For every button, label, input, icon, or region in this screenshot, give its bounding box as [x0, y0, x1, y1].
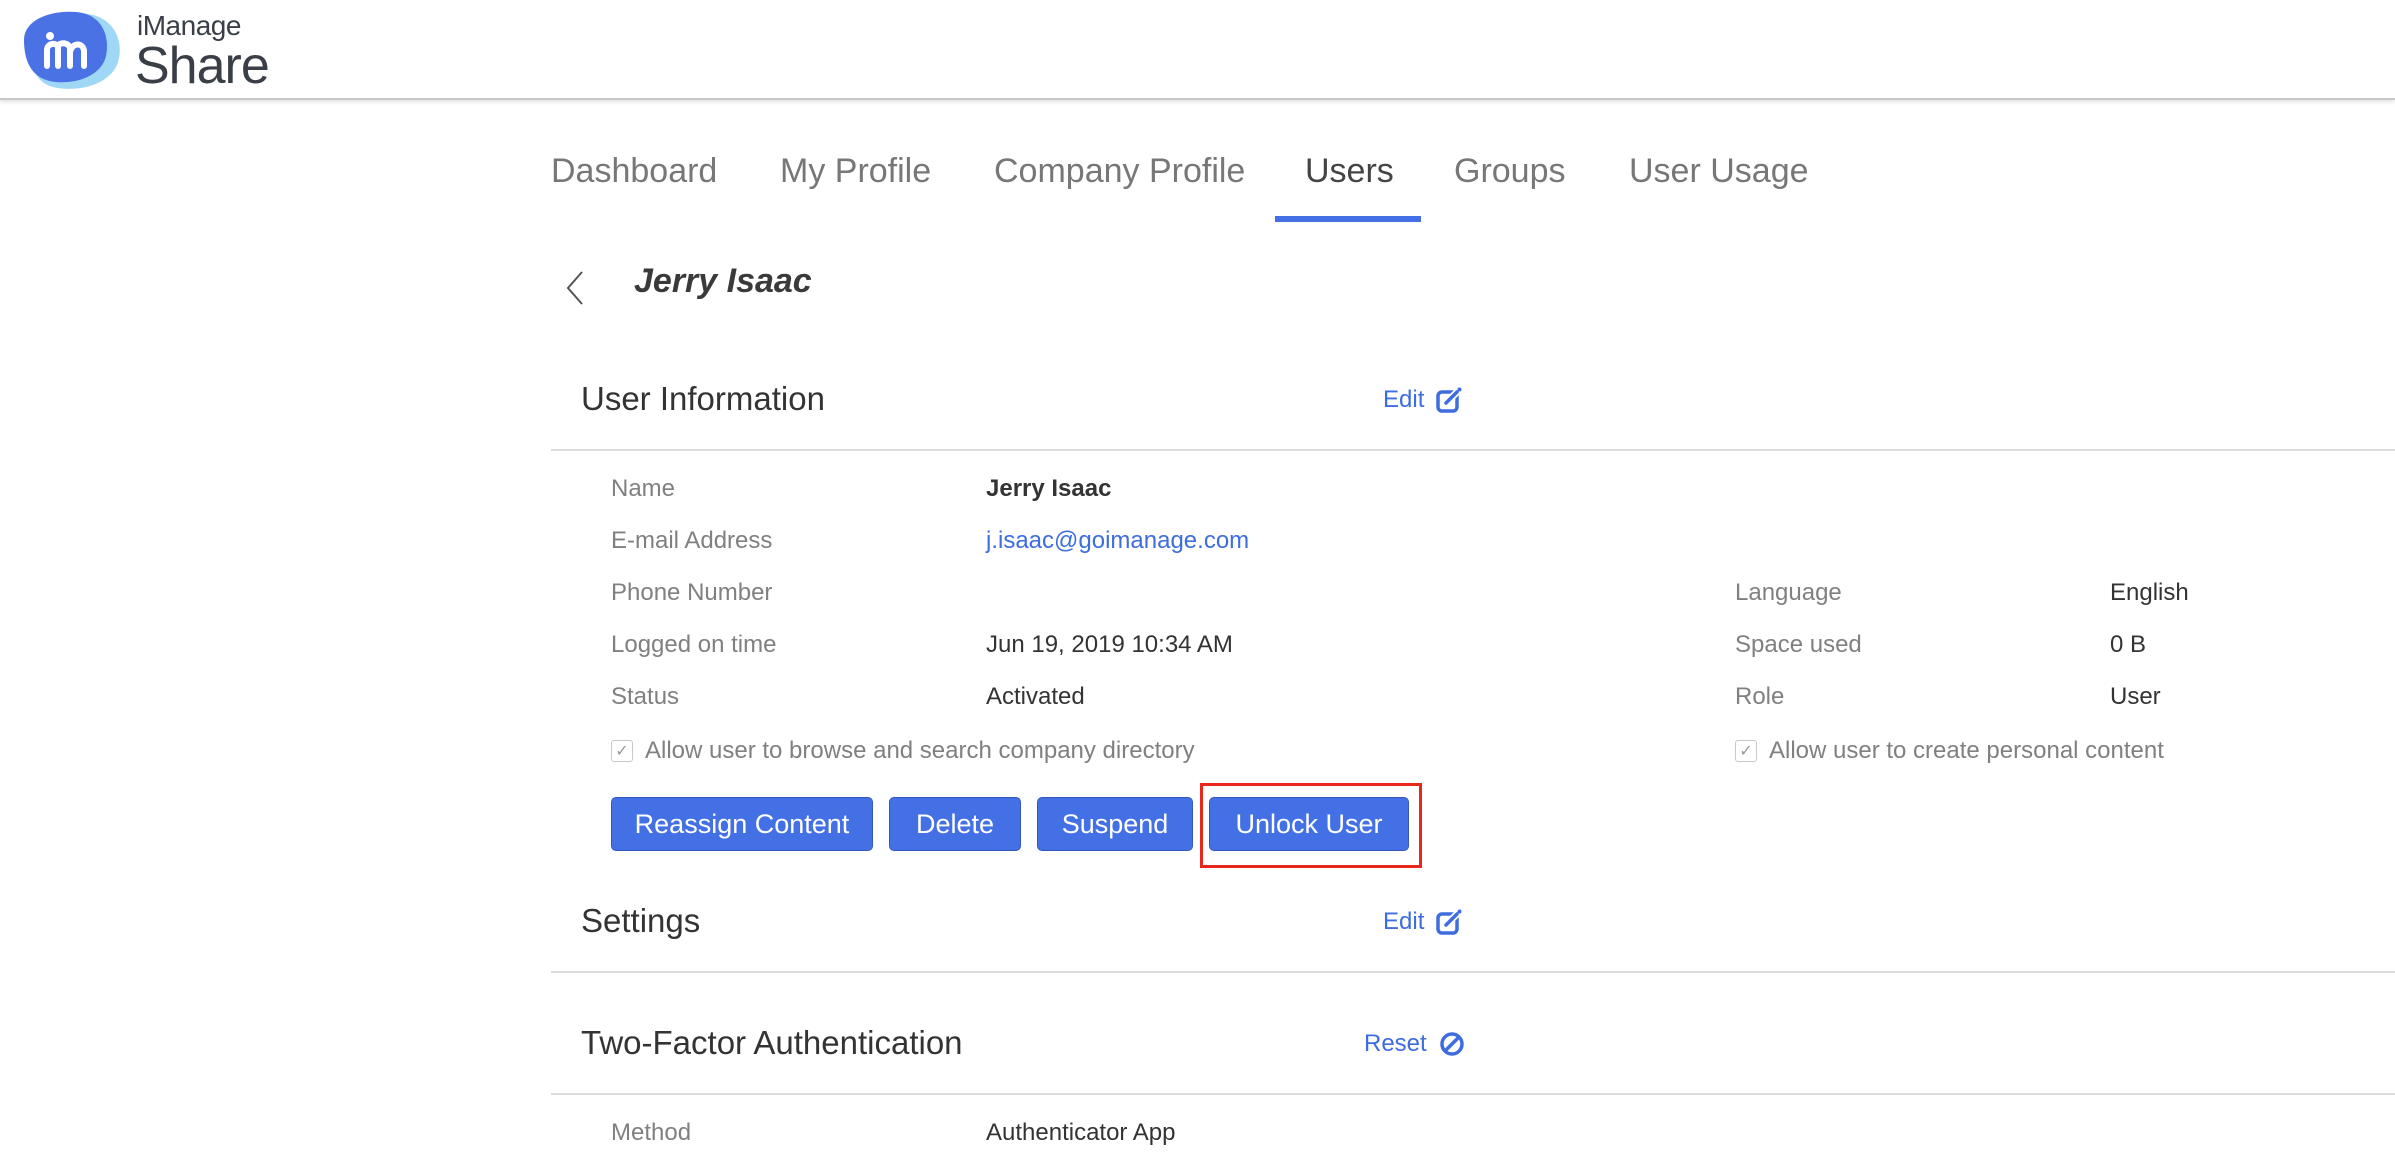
tab-groups[interactable]: Groups [1454, 152, 1566, 191]
imanage-logo-icon[interactable] [20, 8, 125, 92]
tab-company-profile[interactable]: Company Profile [994, 152, 1245, 191]
tab-user-usage[interactable]: User Usage [1629, 152, 1809, 191]
browse-directory-checkbox-row: ✓ Allow user to browse and search compan… [611, 737, 1195, 765]
language-label: Language [1735, 579, 1842, 606]
edit-label: Edit [1383, 386, 1425, 413]
tab-users[interactable]: Users [1305, 152, 1394, 191]
two-factor-reset-button[interactable]: Reset [1364, 1030, 1465, 1058]
browse-directory-label: Allow user to browse and search company … [645, 737, 1195, 764]
checkmark-icon: ✓ [1739, 743, 1753, 760]
reset-label: Reset [1364, 1030, 1427, 1057]
logged-on-time-label: Logged on time [611, 631, 777, 658]
status-value: Activated [986, 683, 1085, 710]
delete-button[interactable]: Delete [889, 797, 1021, 851]
tab-my-profile[interactable]: My Profile [780, 152, 931, 191]
checkmark-icon: ✓ [615, 743, 629, 760]
email-label: E-mail Address [611, 527, 773, 554]
tab-dashboard[interactable]: Dashboard [551, 152, 717, 191]
page-title: Jerry Isaac [634, 262, 812, 300]
settings-heading: Settings [581, 902, 701, 939]
user-information-edit-button[interactable]: Edit [1383, 386, 1462, 414]
edit-icon [1436, 387, 1462, 413]
personal-content-checkbox[interactable]: ✓ [1735, 740, 1757, 762]
role-label: Role [1735, 683, 1785, 710]
section-divider [551, 1093, 2395, 1095]
section-divider [551, 449, 2395, 451]
user-information-heading: User Information [581, 380, 825, 417]
space-used-label: Space used [1735, 631, 1862, 658]
reassign-content-button[interactable]: Reassign Content [611, 797, 873, 851]
language-value: English [2110, 579, 2189, 606]
two-factor-heading: Two-Factor Authentication [581, 1024, 963, 1061]
chevron-left-icon[interactable] [562, 268, 588, 308]
name-value: Jerry Isaac [986, 475, 1112, 502]
browse-directory-checkbox[interactable]: ✓ [611, 740, 633, 762]
personal-content-checkbox-row: ✓ Allow user to create personal content [1735, 737, 2164, 765]
personal-content-label: Allow user to create personal content [1769, 737, 2164, 764]
unlock-user-button[interactable]: Unlock User [1209, 797, 1409, 851]
section-divider [551, 971, 2395, 973]
brand-name-main: Share [135, 37, 270, 95]
email-link[interactable]: j.isaac@goimanage.com [986, 527, 1249, 555]
settings-edit-button[interactable]: Edit [1383, 908, 1462, 936]
edit-label: Edit [1383, 908, 1425, 935]
logged-on-time-value: Jun 19, 2019 10:34 AM [986, 631, 1233, 658]
role-value: User [2110, 683, 2161, 710]
name-label: Name [611, 475, 676, 502]
active-tab-indicator [1275, 216, 1421, 222]
block-icon [1439, 1032, 1464, 1056]
status-label: Status [611, 683, 680, 710]
method-label: Method [611, 1119, 692, 1146]
space-used-value: 0 B [2110, 631, 2147, 658]
edit-icon [1436, 909, 1462, 935]
phone-label: Phone Number [611, 579, 773, 606]
app-header: iManage Share [0, 0, 2395, 100]
method-value: Authenticator App [986, 1119, 1176, 1146]
suspend-button[interactable]: Suspend [1037, 797, 1193, 851]
